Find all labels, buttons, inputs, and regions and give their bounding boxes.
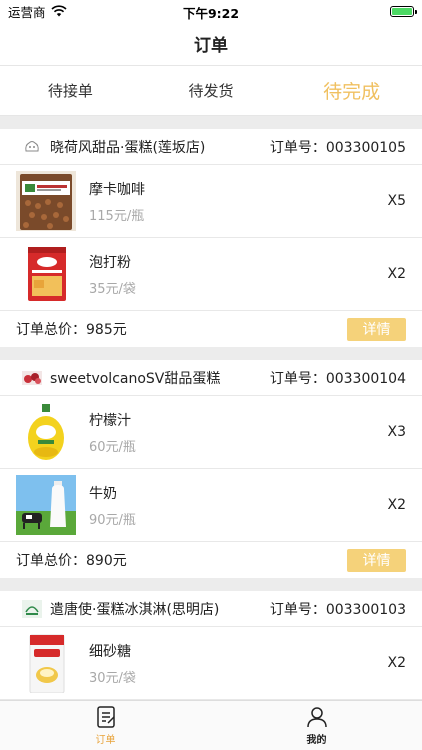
tabbar-item-profile[interactable]: 我的: [211, 701, 422, 750]
product-name: 牛奶: [89, 485, 117, 502]
battery-icon: [390, 5, 417, 17]
baking-powder-image: [16, 244, 76, 304]
sugar-bag-image: [16, 633, 76, 693]
tab-pending-ship[interactable]: 待发货: [141, 66, 282, 115]
product-name: 细砂糖: [89, 643, 131, 660]
order-list-icon: [96, 706, 115, 728]
product-price: 90元/瓶: [89, 512, 136, 528]
lemon-juice-image: [16, 402, 76, 462]
tab-pending-accept[interactable]: 待接单: [0, 66, 141, 115]
order-item[interactable]: 摩卡咖啡 115元/瓶 X5: [0, 165, 422, 238]
order-status-tabs: 待接单 待发货 待完成: [0, 66, 422, 116]
shop-name: sweetvolcanoSV甜品蛋糕: [50, 370, 221, 387]
details-button[interactable]: 详情: [347, 548, 406, 572]
section-divider: [0, 578, 422, 591]
product-name: 柠檬汁: [89, 412, 131, 429]
carrier-label: 运营商: [8, 4, 46, 20]
bottom-tab-bar: 订单 我的: [0, 700, 422, 750]
shop-logo-icon: [22, 369, 42, 387]
order-item[interactable]: 牛奶 90元/瓶 X2: [0, 469, 422, 542]
product-name: 摩卡咖啡: [89, 181, 145, 198]
product-price: 35元/袋: [89, 281, 136, 297]
shop-logo-icon: [22, 138, 42, 156]
coffee-jar-image: [16, 171, 76, 231]
product-price: 30元/袋: [89, 670, 136, 686]
tabbar-label: 我的: [306, 735, 327, 746]
shop-name: 遣唐使·蛋糕冰淇淋(思明店): [50, 601, 220, 618]
shop-name: 晓荷风甜品·蛋糕(莲坂店): [50, 139, 206, 156]
product-quantity: X3: [387, 424, 407, 440]
order-number: 订单号：003300105: [269, 139, 406, 156]
product-quantity: X2: [387, 655, 407, 671]
product-price: 60元/瓶: [89, 439, 136, 455]
section-divider: [0, 347, 422, 360]
product-quantity: X5: [387, 193, 407, 209]
order-list[interactable]: 晓荷风甜品·蛋糕(莲坂店) 订单号：003300105 摩卡咖啡 115元/瓶 …: [0, 116, 422, 700]
shop-header: 遣唐使·蛋糕冰淇淋(思明店) 订单号：003300103: [0, 591, 422, 627]
order-total: 订单总价：985元: [16, 322, 127, 338]
shop-header: 晓荷风甜品·蛋糕(莲坂店) 订单号：003300105: [0, 129, 422, 165]
order-total: 订单总价：890元: [16, 553, 127, 569]
order-item[interactable]: 泡打粉 35元/袋 X2: [0, 238, 422, 311]
shop-logo-icon: [22, 599, 42, 618]
product-quantity: X2: [387, 497, 407, 513]
order-total-row: 订单总价：890元 详情: [0, 542, 422, 578]
page-title: 订单: [194, 36, 228, 56]
order-total-row: 订单总价：985元 详情: [0, 311, 422, 347]
order-number: 订单号：003300103: [269, 601, 406, 618]
tabbar-item-orders[interactable]: 订单: [0, 701, 211, 750]
user-icon: [306, 707, 327, 728]
order-item[interactable]: 柠檬汁 60元/瓶 X3: [0, 396, 422, 469]
status-bar: 运营商 下午9:22: [0, 0, 422, 22]
order-number: 订单号：003300104: [269, 370, 406, 387]
nav-bar: 订单: [0, 22, 422, 66]
product-quantity: X2: [387, 266, 407, 282]
product-name: 泡打粉: [89, 254, 131, 271]
wifi-icon: [50, 5, 67, 17]
tab-pending-complete[interactable]: 待完成: [281, 66, 422, 115]
product-price: 115元/瓶: [89, 208, 145, 224]
tabbar-label: 订单: [95, 735, 116, 746]
details-button[interactable]: 详情: [347, 317, 406, 341]
section-divider: [0, 116, 422, 129]
shop-header: sweetvolcanoSV甜品蛋糕 订单号：003300104: [0, 360, 422, 396]
milk-image: [16, 475, 76, 535]
order-item[interactable]: 细砂糖 30元/袋 X2: [0, 627, 422, 700]
